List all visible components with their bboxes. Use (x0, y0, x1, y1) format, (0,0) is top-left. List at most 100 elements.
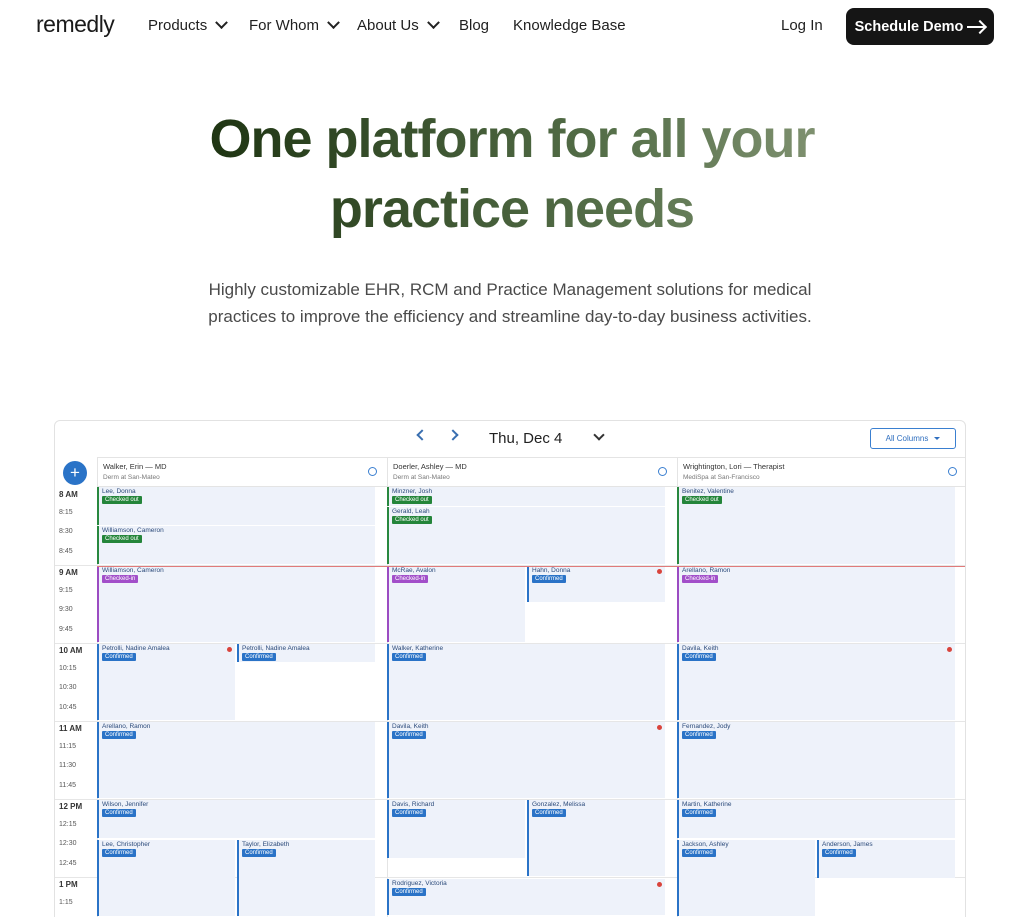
time-label: 10:15 (59, 665, 77, 672)
current-time-line (97, 566, 965, 567)
status-badge: Confirmed (532, 575, 566, 583)
chevron-down-icon (426, 16, 440, 30)
appointment[interactable]: Davila, Keith Confirmed (677, 644, 955, 720)
time-label: 11 AM (59, 724, 82, 733)
time-label: 8:30 (59, 528, 73, 535)
status-badge: Confirmed (822, 849, 856, 857)
status-badge: Confirmed (392, 888, 426, 896)
appointment[interactable]: Minzner, Josh Checked out (387, 487, 665, 506)
chevron-down-icon (215, 16, 229, 30)
appointment[interactable]: Fernandez, Jody Confirmed (677, 722, 955, 798)
calendar-date: Thu, Dec 4 (489, 430, 563, 447)
time-label: 9:45 (59, 626, 73, 633)
appointment[interactable]: Arellano, Ramon Checked-in (677, 566, 955, 642)
appointment[interactable]: Gerald, Leah Checked out (387, 507, 665, 564)
hero-title: One platform for all your practice needs (0, 104, 1024, 244)
patient-name: Martin, Katherine (682, 801, 732, 808)
patient-name: Jackson, Ashley (682, 841, 729, 848)
settings-icon[interactable] (658, 467, 667, 476)
status-badge: Checked out (392, 516, 432, 524)
provider-location: MediSpa at San-Francisco (683, 474, 760, 481)
appointment[interactable]: Gonzalez, Melissa Confirmed (527, 800, 665, 876)
status-badge: Checked-in (392, 575, 429, 583)
schedule-demo-button[interactable]: Schedule Demo (846, 8, 994, 45)
nav-knowledge-base[interactable]: Knowledge Base (513, 17, 626, 34)
appointment[interactable]: Benitez, Valentine Checked out (677, 487, 955, 564)
appointment[interactable]: Hahn, Donna Confirmed (527, 566, 665, 602)
alert-dot-icon (657, 882, 662, 887)
all-columns-dropdown[interactable]: All Columns (870, 428, 956, 449)
patient-name: Minzner, Josh (392, 488, 433, 495)
settings-icon[interactable] (948, 467, 957, 476)
time-label: 9 AM (59, 568, 78, 577)
status-badge: Confirmed (532, 809, 566, 817)
status-badge: Confirmed (242, 653, 276, 661)
nav-about-us[interactable]: About Us (357, 16, 440, 34)
chevron-right-icon[interactable] (447, 429, 459, 441)
settings-icon[interactable] (368, 467, 377, 476)
top-nav: remedly Products For Whom About Us Blog … (0, 0, 1024, 52)
patient-name: Gonzalez, Melissa (532, 801, 586, 808)
appointment[interactable]: Williamson, Cameron Checked out (97, 526, 375, 564)
chevron-down-icon[interactable] (593, 429, 605, 441)
appointment[interactable]: Lee, Christopher Confirmed (97, 840, 235, 916)
appointment[interactable]: Davis, Richard Confirmed (387, 800, 525, 858)
status-badge: Confirmed (102, 653, 136, 661)
appointment[interactable]: Walker, Katherine Confirmed (387, 644, 665, 720)
time-label: 12:45 (59, 860, 77, 867)
appointment[interactable]: Lee, Donna Checked out (97, 487, 375, 525)
column-header: Wrightington, Lori — Therapist MediSpa a… (677, 457, 965, 487)
appointment[interactable]: Wilson, Jennifer Confirmed (97, 800, 375, 838)
login-link[interactable]: Log In (781, 17, 823, 34)
hero-subtitle-line2: practices to improve the efficiency and … (208, 307, 812, 326)
logo[interactable]: remedly (36, 11, 115, 38)
status-badge: Confirmed (392, 809, 426, 817)
time-label: 12:30 (59, 840, 77, 847)
hero-title-line2: practice needs (329, 179, 695, 239)
time-label: 8:45 (59, 548, 73, 555)
appointment[interactable]: McRae, Avalon Checked-in (387, 566, 525, 642)
appointment[interactable]: Taylor, Elizabeth Confirmed (237, 840, 375, 916)
status-badge: Confirmed (102, 849, 136, 857)
appointment[interactable]: Anderson, James Confirmed (817, 840, 955, 878)
time-label: 10 AM (59, 646, 83, 655)
patient-name: Davila, Keith (682, 645, 719, 652)
patient-name: Hahn, Donna (532, 567, 571, 574)
add-appointment-button[interactable]: + (63, 461, 87, 485)
status-badge: Confirmed (392, 653, 426, 661)
appointment[interactable]: Rodriguez, Victoria Confirmed (387, 879, 665, 915)
status-badge: Confirmed (242, 849, 276, 857)
appointment[interactable]: Martin, Katherine Confirmed (677, 800, 955, 838)
time-label: 10:30 (59, 684, 77, 691)
time-label: 1 PM (59, 880, 78, 889)
all-columns-label: All Columns (885, 434, 929, 443)
time-label: 1:15 (59, 899, 73, 906)
calendar-header: Thu, Dec 4 All Columns (55, 421, 965, 457)
appointment[interactable]: Arellano, Ramon Confirmed (97, 722, 375, 798)
time-label: 12 PM (59, 802, 83, 811)
chevron-down-icon (327, 16, 340, 30)
nav-products[interactable]: Products (148, 16, 229, 34)
patient-name: Arellano, Ramon (682, 567, 731, 574)
patient-name: Wilson, Jennifer (102, 801, 149, 808)
patient-name: Anderson, James (822, 841, 873, 848)
appointment[interactable]: Petrolli, Nadine Amalea Confirmed (237, 644, 375, 662)
chevron-left-icon[interactable] (416, 429, 428, 441)
provider-name: Doerler, Ashley — MD (393, 462, 467, 471)
patient-name: Gerald, Leah (392, 508, 430, 515)
patient-name: Davila, Keith (392, 723, 429, 730)
alert-dot-icon (657, 725, 662, 730)
appointment[interactable]: Jackson, Ashley Confirmed (677, 840, 815, 916)
status-badge: Checked out (102, 496, 142, 504)
status-badge: Confirmed (682, 731, 716, 739)
appointment[interactable]: Williamson, Cameron Checked-in (97, 566, 375, 642)
nav-about-us-label: About Us (357, 17, 419, 34)
nav-blog[interactable]: Blog (459, 17, 489, 34)
appointment[interactable]: Davila, Keith Confirmed (387, 722, 665, 798)
patient-name: Benitez, Valentine (682, 488, 734, 495)
time-label: 9:15 (59, 587, 73, 594)
patient-name: Petrolli, Nadine Amalea (242, 645, 310, 652)
appointment[interactable]: Petrolli, Nadine Amalea Confirmed (97, 644, 235, 720)
nav-for-whom[interactable]: For Whom (249, 16, 340, 34)
column-header: Doerler, Ashley — MD Derm at San-Mateo (387, 457, 677, 487)
